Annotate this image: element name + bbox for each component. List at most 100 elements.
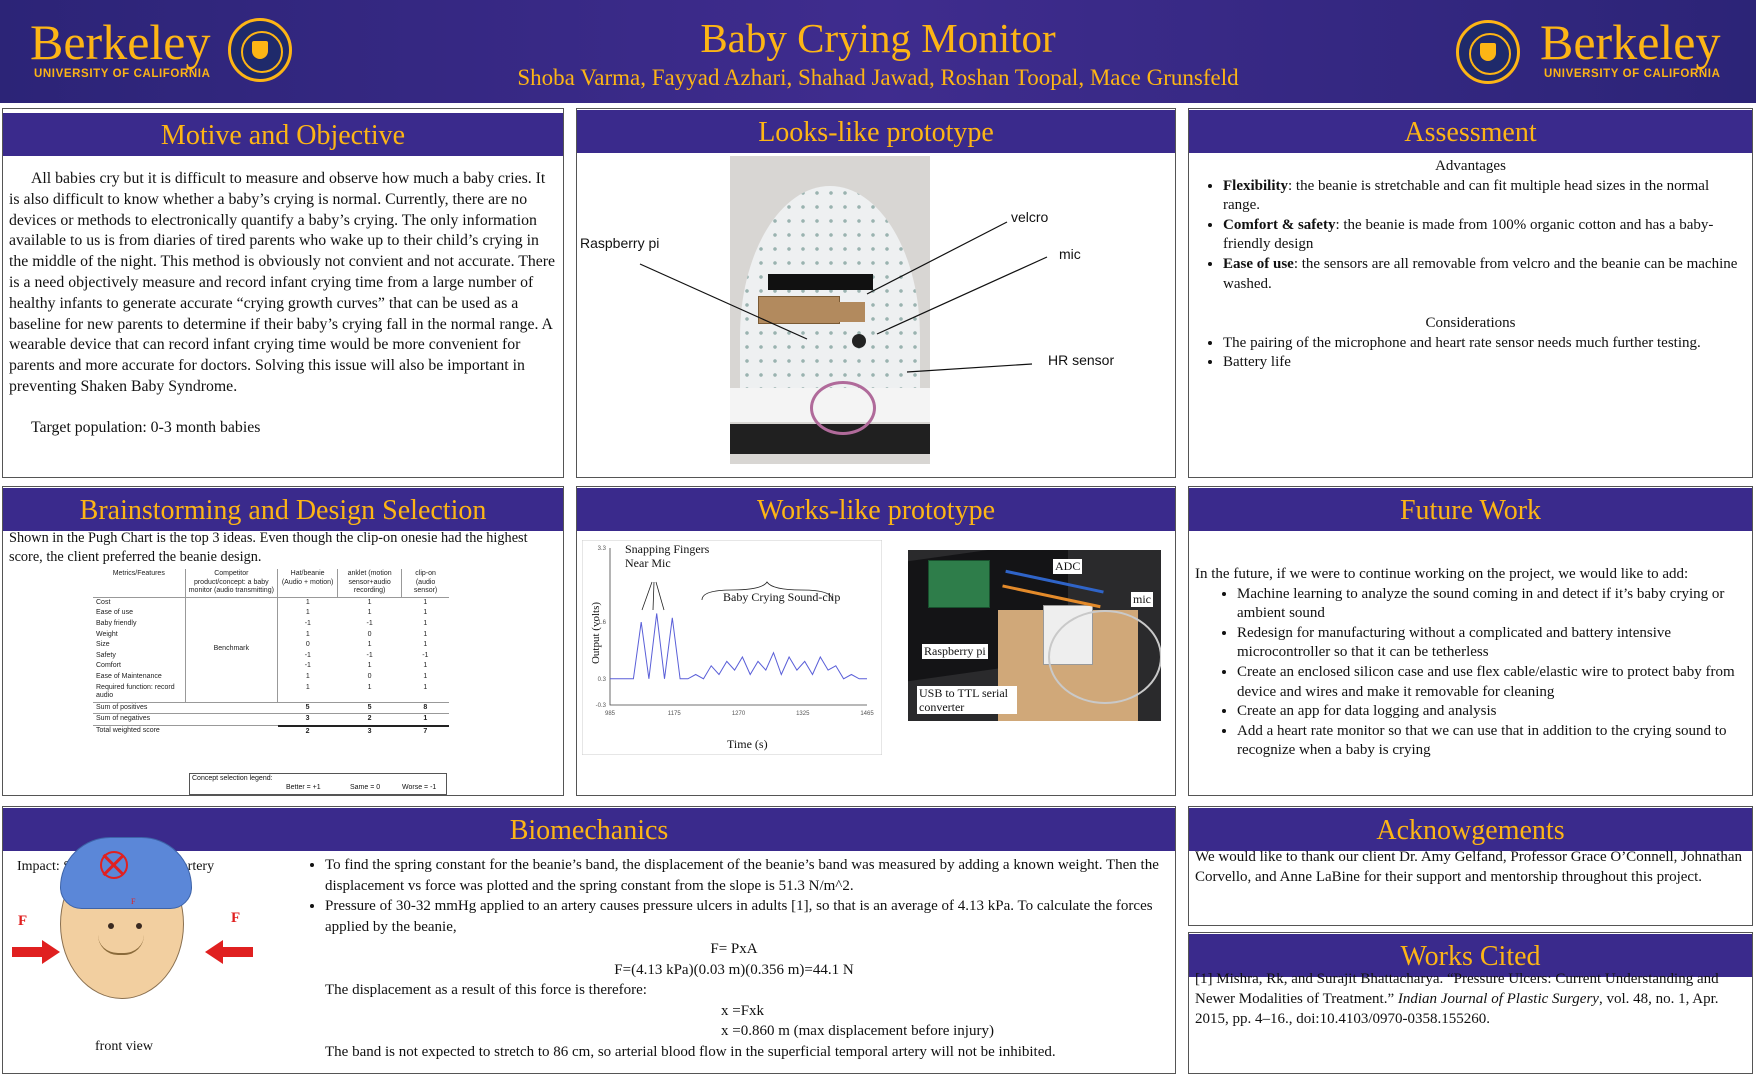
table-cell: 1: [305, 609, 310, 617]
citation-1: [1] Mishra, Rk, and Surajit Bhattacharya…: [1195, 971, 1719, 1027]
biomech-conclusion: The band is not expected to stretch to 8…: [325, 1043, 1056, 1060]
eye-icon: [136, 923, 142, 929]
label-raspberry-pi-photo: Raspberry pi: [922, 644, 988, 659]
table-cell: 3: [337, 724, 402, 738]
list-item: To find the spring constant for the bean…: [325, 855, 1165, 896]
list-item: Battery life: [1223, 353, 1746, 373]
table-cell: -1: [366, 651, 373, 659]
future-work-panel: Future Work In the future, if we were to…: [1188, 486, 1753, 796]
list-item: Machine learning to analyze the sound co…: [1237, 585, 1746, 624]
force-label-left: F: [18, 913, 28, 929]
table-cell: 1: [367, 641, 372, 649]
table-cell: 2: [277, 724, 338, 738]
label-velcro: velcro: [1011, 209, 1049, 225]
table-cell: 1: [305, 683, 310, 691]
table-cell: 5: [277, 701, 338, 714]
table-cell: 1: [367, 683, 372, 691]
x-tick-label: 1270: [732, 711, 746, 717]
table-cell: -1: [304, 619, 311, 627]
table-cell: 1: [305, 630, 310, 638]
displacement-text: The displacement as a result of this for…: [325, 982, 647, 998]
label-mic-photo: mic: [1131, 592, 1153, 607]
considerations-title: Considerations: [1425, 315, 1516, 332]
artery-target-icon: [100, 851, 128, 879]
works-cited-panel: Works Cited [1] Mishra, Rk, and Surajit …: [1188, 932, 1753, 1074]
works-like-panel: Works-like prototype 985 1175 1270 1325 1465…: [576, 486, 1176, 796]
table-cell: 1: [423, 619, 428, 627]
table-cell: 1: [423, 641, 428, 649]
chart-ylabel: Output (volts): [590, 601, 603, 665]
table-cell: 1: [423, 630, 428, 638]
table-row: Sum of positives 5 5 8: [93, 701, 449, 714]
uc-seal-right-icon: [1456, 20, 1520, 84]
table-cell: 1: [305, 672, 310, 680]
concept-legend: Concept selection legend: Better = +1 Sa…: [189, 773, 447, 795]
force-label-small: F: [131, 897, 136, 906]
table-cell: -1: [304, 662, 311, 670]
table-cell: Sum of positives: [93, 701, 186, 714]
table-cell: Comfort: [96, 662, 121, 670]
list-item: Add a heart rate monitor so that we can …: [1237, 722, 1746, 761]
y-tick-label: -0.3: [596, 703, 607, 709]
future-work-heading: Future Work: [1189, 488, 1752, 531]
force-arrow-right-icon: [12, 940, 60, 964]
table-cell: Total weighted score: [93, 725, 186, 738]
table-cell: 1: [423, 683, 428, 691]
label-raspberry-pi: Raspberry pi: [580, 235, 660, 251]
acknowledgements-text: We would like to thank our client Dr. Am…: [1195, 849, 1743, 885]
list-item: Pressure of 30-32 mmHg applied to an art…: [325, 896, 1165, 937]
table-cell: 0: [367, 630, 372, 638]
x-tick-label: 985: [605, 711, 616, 717]
table-cell: 3: [277, 713, 338, 726]
table-cell: 1: [305, 598, 310, 606]
table-cell: 2: [337, 713, 402, 726]
motive-heading: Motive and Objective: [3, 113, 563, 156]
target-population: Target population: 0-3 month babies: [31, 418, 261, 436]
table-cell: 1: [367, 609, 372, 617]
audio-output-chart: 985 1175 1270 1325 14653.31.60.3-0.3: [582, 540, 882, 755]
table-cell: 1: [401, 713, 449, 726]
equation-2: F=(4.13 kPa)(0.03 m)(0.356 m)=44.1 N: [614, 961, 854, 978]
table-cell: 1: [423, 662, 428, 670]
table-cell: Baby friendly: [96, 619, 137, 627]
table-cell: 8: [401, 701, 449, 714]
table-cell: Ease of Maintenance: [96, 672, 162, 680]
pugh-chart-table: Metrics/Features Competitor product/conc…: [93, 569, 449, 738]
front-view-label: front view: [95, 1039, 153, 1054]
table-cell: [185, 713, 278, 726]
beanie-cap-shape: [60, 837, 192, 909]
table-row: Sum of negatives 3 2 1: [93, 713, 449, 726]
annotation-crying: Baby Crying Sound-clip: [723, 590, 841, 604]
label-adc: ADC: [1053, 559, 1083, 574]
advantages-title: Advantages: [1435, 158, 1506, 174]
brainstorm-intro: Shown in the Pugh Chart is the top 3 ide…: [9, 530, 528, 565]
table-cell: Weight: [96, 630, 118, 638]
assessment-heading: Assessment: [1189, 110, 1752, 153]
list-item: The pairing of the microphone and heart …: [1223, 334, 1746, 354]
table-cell: [185, 701, 278, 714]
x-tick-label: 1465: [860, 711, 874, 717]
table-cell: Required function: record audio: [96, 683, 175, 700]
eye-icon: [108, 923, 114, 929]
table-cell: 0: [367, 672, 372, 680]
y-tick-label: 0.3: [598, 677, 607, 683]
looks-like-panel: Looks-like prototype Raspberry pi velcro…: [576, 108, 1176, 478]
label-mic: mic: [1059, 246, 1081, 262]
list-item: Create an app for data logging and analy…: [1237, 702, 1746, 722]
biomechanics-heading: Biomechanics: [3, 808, 1175, 851]
equation-4: x =0.860 m (max displacement before inju…: [721, 1023, 994, 1039]
table-cell: Cost: [96, 598, 111, 606]
equation-1: F= PxA: [710, 941, 758, 957]
force-arrow-left-icon: [205, 940, 253, 964]
acknowledgements-panel: Acknowgements We would like to thank our…: [1188, 806, 1753, 926]
table-cell: 1: [423, 672, 428, 680]
force-label-right: F: [231, 910, 241, 926]
chart-xlabel: Time (s): [727, 737, 768, 751]
table-cell: 0: [305, 641, 310, 649]
x-tick-label: 1325: [796, 711, 810, 717]
x-tick-label: 1175: [668, 711, 682, 717]
label-hr-sensor: HR sensor: [1048, 352, 1115, 368]
table-cell: -1: [422, 651, 429, 659]
y-tick-label: 3.3: [598, 546, 607, 552]
future-list: Machine learning to analyze the sound co…: [1195, 585, 1746, 761]
